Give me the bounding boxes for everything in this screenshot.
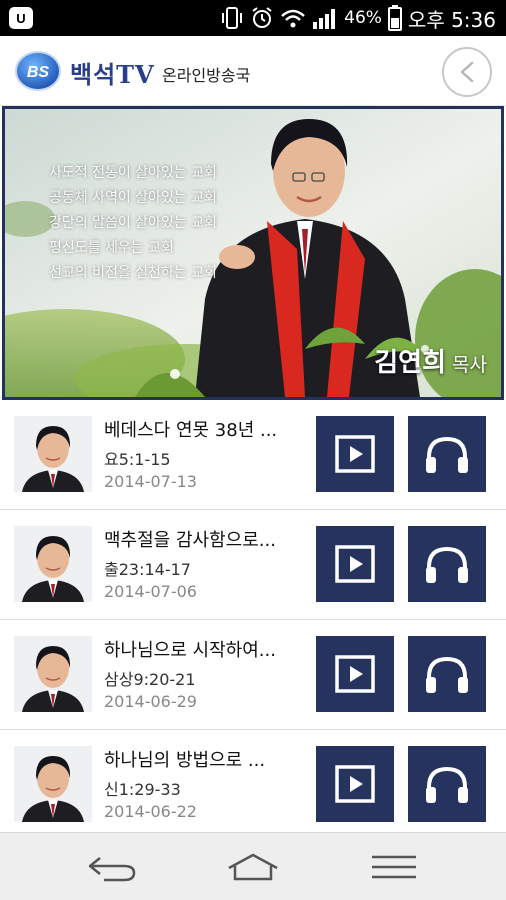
app-header: BS 백석TV 온라인방송국: [0, 36, 506, 106]
alarm-icon: [252, 7, 272, 28]
slogan-line: 강단의 말씀이 살아있는 교회: [49, 215, 217, 231]
bs-logo: BS: [15, 51, 61, 91]
pastor-banner: 사도적 전통이 살아있는 교회 공동체 사역이 살아있는 교회 강단의 말씀이 …: [2, 106, 504, 400]
video-play-icon: [335, 435, 375, 473]
pastor-thumbnail: [14, 636, 92, 712]
sermon-reference: 요5:1-15: [104, 450, 171, 469]
svg-text:U: U: [16, 11, 25, 26]
notification-icon: U: [9, 7, 33, 29]
video-play-icon: [335, 545, 375, 583]
nav-menu-button[interactable]: [364, 847, 424, 887]
system-nav-bar: [0, 832, 506, 900]
back-arrow-icon: [460, 61, 474, 83]
sermon-list[interactable]: 베데스다 연못 38년 ... 요5:1-15 2014-07-13 맥추절을 …: [0, 400, 506, 832]
play-audio-button[interactable]: [408, 526, 486, 602]
slogan-line: 사도적 전통이 살아있는 교회: [49, 165, 217, 181]
sermon-title: 베데스다 연못 38년 ...: [104, 420, 278, 441]
pastor-thumbnail: [14, 526, 92, 602]
slogan-list: 사도적 전통이 살아있는 교회 공동체 사역이 살아있는 교회 강단의 말씀이 …: [49, 161, 217, 286]
list-item[interactable]: 베데스다 연못 38년 ... 요5:1-15 2014-07-13: [0, 400, 506, 510]
wifi-icon: [281, 9, 305, 28]
pastor-caption: 김연희 목사: [374, 342, 487, 379]
sermon-reference: 출23:14-17: [104, 560, 191, 579]
headphones-icon: [426, 436, 468, 473]
headphones-icon: [426, 546, 468, 583]
back-icon: [88, 857, 136, 882]
sermon-title: 하나님으로 시작하여...: [104, 640, 276, 661]
play-video-button[interactable]: [316, 526, 394, 602]
list-item[interactable]: 맥추절을 감사함으로... 출23:14-17 2014-07-06: [0, 510, 506, 620]
status-bar: U 46% 오후 5:36: [0, 0, 506, 36]
sermon-date: 2014-07-06: [104, 582, 197, 601]
brand-subtitle: 온라인방송국: [162, 66, 251, 85]
sermon-date: 2014-06-22: [104, 802, 197, 821]
battery-icon: [387, 5, 402, 31]
headphones-icon: [426, 766, 468, 803]
pastor-title: 목사: [452, 354, 487, 376]
slogan-line: 선교의 비전을 실천하는 교회: [49, 265, 217, 281]
sermon-date: 2014-07-13: [104, 472, 197, 491]
sermon-reference: 신1:29-33: [104, 780, 181, 799]
play-audio-button[interactable]: [408, 636, 486, 712]
list-item[interactable]: 하나님으로 시작하여... 삼상9:20-21 2014-06-29: [0, 620, 506, 730]
slogan-line: 평신도를 세우는 교회: [49, 240, 174, 256]
sermon-title: 하나님의 방법으로 ...: [104, 750, 266, 771]
play-audio-button[interactable]: [408, 416, 486, 492]
play-video-button[interactable]: [316, 636, 394, 712]
back-button[interactable]: [442, 47, 492, 97]
home-icon: [228, 853, 278, 881]
slogan-line: 공동체 사역이 살아있는 교회: [49, 190, 217, 206]
sermon-date: 2014-06-29: [104, 692, 197, 711]
pastor-name: 김연희: [374, 348, 447, 378]
list-item[interactable]: 하나님의 방법으로 ... 신1:29-33 2014-06-22: [0, 730, 506, 832]
vibrate-icon: [222, 7, 243, 29]
signal-icon: [313, 9, 336, 29]
clock: 오후 5:36: [407, 7, 496, 32]
video-play-icon: [335, 655, 375, 693]
pastor-thumbnail: [14, 746, 92, 822]
pastor-thumbnail: [14, 416, 92, 492]
play-audio-button[interactable]: [408, 746, 486, 822]
nav-back-button[interactable]: [82, 847, 142, 887]
battery-percent: 46%: [344, 8, 382, 28]
play-video-button[interactable]: [316, 746, 394, 822]
brand-title: 백석TV: [70, 60, 155, 89]
play-video-button[interactable]: [316, 416, 394, 492]
nav-home-button[interactable]: [223, 847, 283, 887]
sermon-title: 맥추절을 감사함으로...: [104, 530, 276, 551]
svg-text:BS: BS: [27, 64, 50, 81]
headphones-icon: [426, 656, 468, 693]
sermon-reference: 삼상9:20-21: [104, 670, 196, 689]
menu-icon: [372, 855, 416, 879]
video-play-icon: [335, 765, 375, 803]
